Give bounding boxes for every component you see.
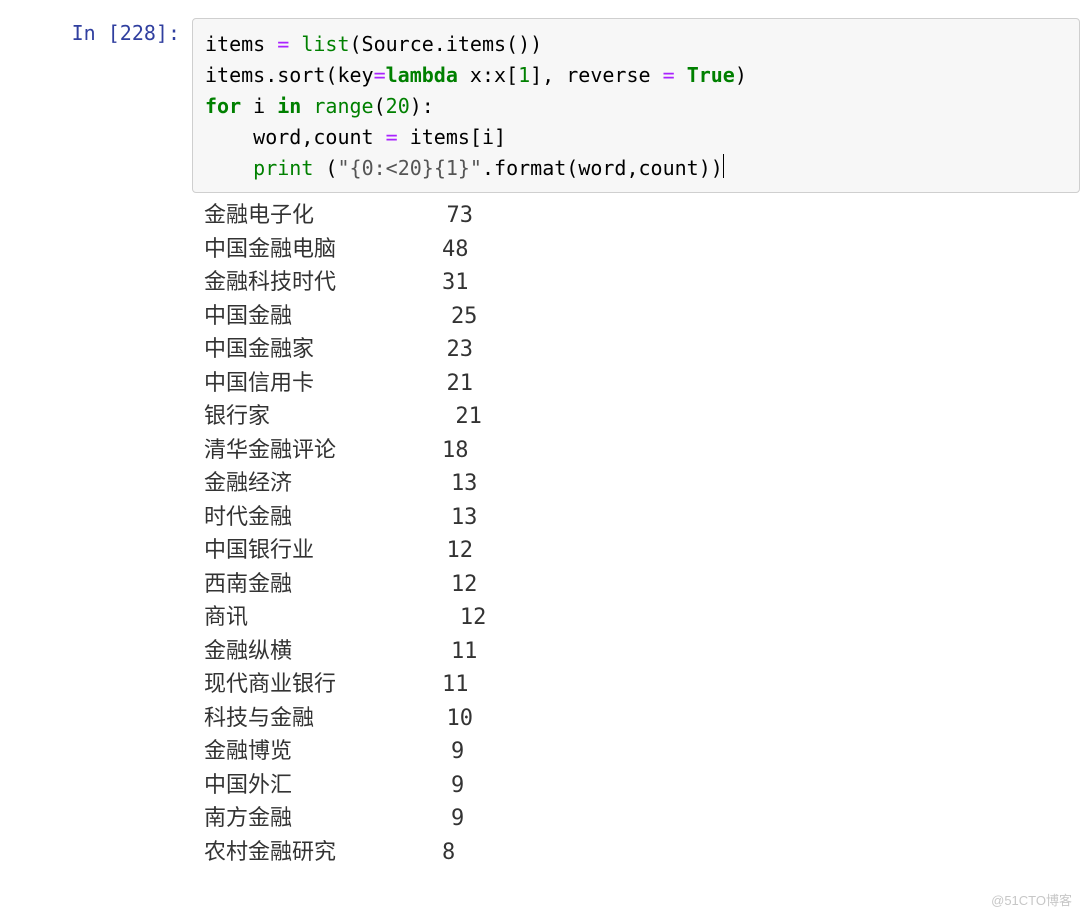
prompt-in: In: [72, 21, 108, 45]
prompt-count: [228]:: [108, 21, 180, 45]
text-cursor: [723, 154, 724, 178]
cell-prompt: In [228]:: [30, 18, 192, 48]
code-input[interactable]: items = list(Source.items()) items.sort(…: [192, 18, 1080, 193]
output-cell: 金融电子化 73 中国金融电脑 48 金融科技时代 31 中国金融 25 中国金…: [0, 193, 1080, 883]
code-cell: In [228]: items = list(Source.items()) i…: [0, 0, 1080, 193]
watermark: @51CTO博客: [991, 890, 1072, 909]
stdout-text: 金融电子化 73 中国金融电脑 48 金融科技时代 31 中国金融 25 中国金…: [192, 193, 1080, 883]
